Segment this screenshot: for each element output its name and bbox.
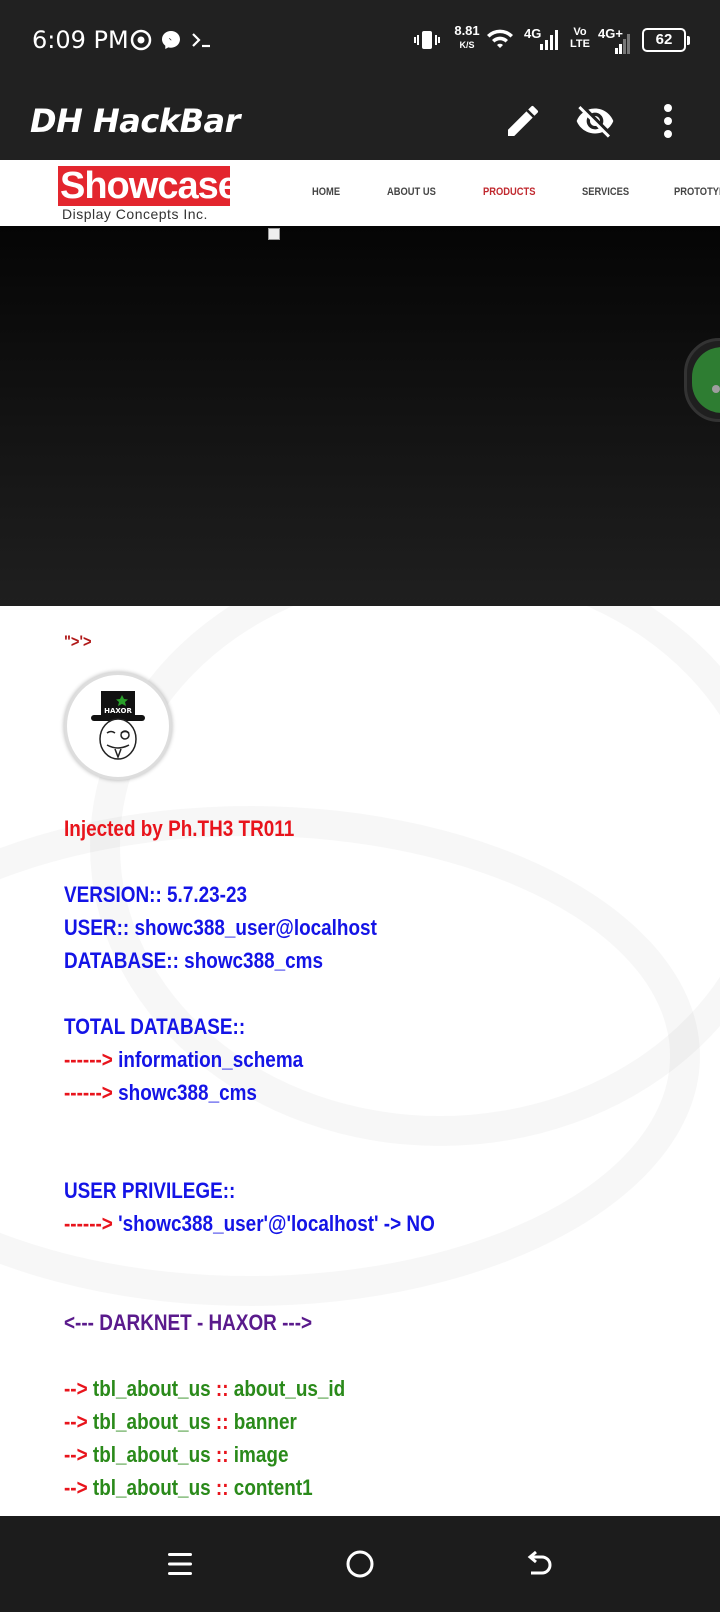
floating-action-button[interactable]	[684, 338, 720, 422]
battery-icon: 62	[642, 28, 690, 52]
privilege-label: USER PRIVILEGE::	[64, 1178, 236, 1203]
hero-banner	[0, 226, 720, 606]
column-row: --> tbl_about_us :: image	[64, 1442, 289, 1467]
database-line: DATABASE:: showc388_cms	[64, 948, 324, 973]
app-title: DH HackBar	[30, 102, 240, 140]
masked-hacker-icon: HAXOR	[91, 691, 145, 760]
home-circle-icon[interactable]	[336, 1540, 384, 1588]
status-time: 6:09 PM	[32, 26, 129, 54]
column-row: --> tbl_about_us :: banner	[64, 1409, 297, 1434]
total-database-label: TOTAL DATABASE::	[64, 1014, 246, 1039]
nav-home[interactable]: HOME	[312, 186, 340, 198]
more-vert-icon[interactable]	[645, 98, 691, 144]
floating-button-body	[692, 347, 720, 413]
column-row: --> tbl_about_us :: content1	[64, 1475, 313, 1500]
avatar: HAXOR	[64, 672, 172, 780]
broken-image-icon	[268, 228, 280, 240]
logo-subtitle: Display Concepts Inc.	[62, 206, 208, 222]
system-nav-bar	[0, 1516, 720, 1612]
messenger-icon	[160, 24, 182, 56]
database-list-item: ------> information_schema	[64, 1047, 304, 1072]
nav-about-us[interactable]: ABOUT US	[387, 186, 436, 198]
nav-services[interactable]: SERVICES	[582, 186, 629, 198]
volte-label: Vo LTE	[570, 26, 590, 50]
vibrate-icon	[412, 24, 442, 56]
app-bar: DH HackBar	[0, 82, 720, 160]
section-header: <--- DARKNET - HAXOR --->	[64, 1310, 313, 1335]
wifi-icon	[486, 24, 514, 56]
dots-icon	[712, 385, 720, 393]
webview: Showcase Display Concepts Inc. HOME ABOU…	[0, 160, 720, 1516]
database-value: showc388_cms	[184, 948, 324, 973]
terminal-icon	[190, 24, 214, 56]
chrome-icon	[130, 24, 152, 56]
version-value: 5.7.23-23	[167, 882, 247, 907]
avatar-caption: HAXOR	[104, 707, 132, 715]
user-line: USER:: showc388_user@localhost	[64, 915, 377, 940]
database-list-item: ------> showc388_cms	[64, 1080, 257, 1105]
user-value: showc388_user@localhost	[134, 915, 377, 940]
stray-markup-text: ">'>	[64, 632, 92, 651]
status-bar: 6:09 PM 8.81 K/S 4G Vo LTE 4G+ 62	[0, 0, 720, 82]
nav-prototypes[interactable]: PROTOTYP	[674, 186, 720, 198]
visibility-off-icon[interactable]	[572, 98, 618, 144]
site-header: Showcase Display Concepts Inc. HOME ABOU…	[0, 160, 720, 226]
site-logo[interactable]: Showcase Display Concepts Inc.	[58, 165, 239, 222]
injection-banner: Injected by Ph.TH3 TR011	[64, 816, 295, 841]
nav-products[interactable]: PRODUCTS	[483, 186, 535, 198]
net-speed: 8.81 K/S	[454, 23, 480, 51]
edit-icon[interactable]	[500, 98, 546, 144]
privilege-line: ------> 'showc388_user'@'localhost' -> N…	[64, 1211, 435, 1236]
signal-weak-icon	[614, 28, 632, 60]
injection-output: ">'> HAXOR Injected by Ph.TH3 TR011 VERS…	[0, 606, 720, 1516]
version-line: VERSION:: 5.7.23-23	[64, 882, 247, 907]
logo-brand-text: Showcase	[58, 165, 239, 207]
signal-icon	[538, 24, 560, 56]
back-icon[interactable]	[516, 1540, 564, 1588]
menu-icon[interactable]	[156, 1540, 204, 1588]
column-row: --> tbl_about_us :: about_us_id	[64, 1376, 346, 1401]
